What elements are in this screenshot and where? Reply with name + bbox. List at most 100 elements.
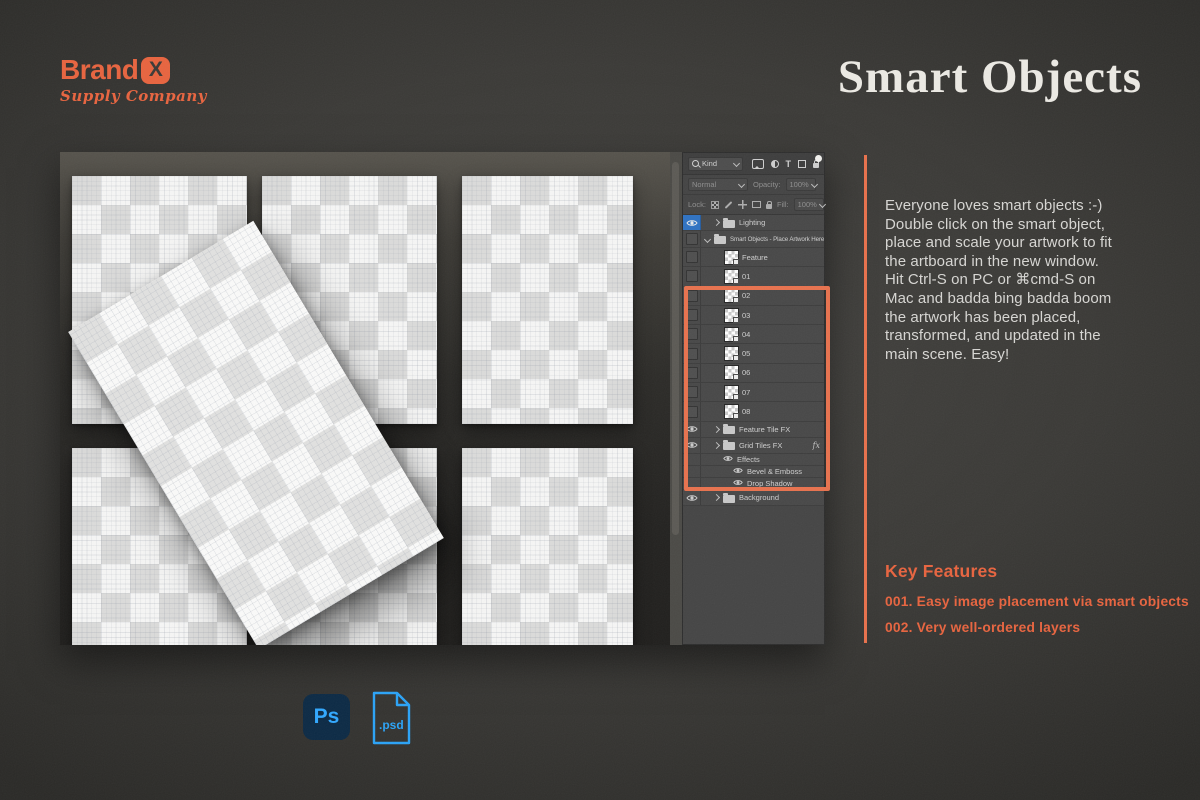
page-title: Smart Objects — [838, 50, 1142, 104]
eye-well[interactable] — [683, 306, 701, 324]
chevron-down-icon[interactable] — [704, 235, 711, 242]
layer-row-05[interactable]: 05 — [683, 344, 824, 363]
eye-icon[interactable] — [683, 438, 701, 453]
layer-label: 04 — [742, 330, 750, 339]
layer-row-feature[interactable]: Feature — [683, 248, 824, 267]
eye-well[interactable] — [683, 402, 701, 420]
opacity-label: Opacity: — [753, 180, 781, 189]
layer-row-06[interactable]: 06 — [683, 364, 824, 383]
layer-row-07[interactable]: 07 — [683, 383, 824, 402]
eye-icon[interactable] — [733, 467, 743, 476]
smart-object-thumbnail[interactable] — [725, 386, 738, 399]
layer-row-03[interactable]: 03 — [683, 306, 824, 325]
photoshop-app-label: Ps — [314, 705, 340, 729]
layer-row-01[interactable]: 01 — [683, 267, 824, 286]
layer-row-04[interactable]: 04 — [683, 325, 824, 344]
layer-row-drop-shadow[interactable]: Drop Shadow — [683, 478, 824, 490]
eye-icon[interactable] — [723, 455, 733, 464]
brand-tagline: Supply Company — [60, 87, 207, 105]
eye-well[interactable] — [683, 344, 701, 362]
smart-object-thumbnail[interactable] — [725, 251, 738, 264]
lock-position-icon[interactable] — [738, 200, 747, 209]
eye-icon[interactable] — [683, 422, 701, 437]
layer-label: 05 — [742, 349, 750, 358]
layer-row-feature-tile-fx[interactable]: Feature Tile FX — [683, 422, 824, 438]
layer-row-lighting[interactable]: Lighting — [683, 215, 824, 231]
feature-item-1: 001. Easy image placement via smart obje… — [885, 594, 1189, 609]
layer-row-effects[interactable]: Effects — [683, 454, 824, 467]
folder-open-icon — [714, 236, 726, 244]
layer-label: 01 — [742, 272, 750, 281]
lock-all-icon[interactable] — [766, 204, 772, 209]
layer-label: Lighting — [739, 218, 765, 227]
smart-object-thumbnail[interactable] — [725, 347, 738, 360]
smart-object-thumbnail[interactable] — [725, 328, 738, 341]
layers-list: Lighting Smart Objects - Place Artwork H… — [683, 215, 824, 506]
layers-filter-row: Kind — [683, 153, 824, 175]
layer-label: 08 — [742, 407, 750, 416]
psd-file-label: .psd — [379, 718, 404, 732]
layer-row-background[interactable]: Background — [683, 490, 824, 506]
layer-label: Bevel & Emboss — [747, 467, 802, 476]
opacity-dropdown[interactable]: 100% — [786, 178, 816, 191]
lock-filter-icon[interactable] — [813, 163, 819, 168]
fill-label: Fill: — [777, 200, 789, 209]
scrollbar-thumb[interactable] — [672, 162, 679, 535]
accent-divider-line — [864, 155, 867, 643]
lock-row: Lock: Fill: 100% — [683, 195, 824, 215]
adjustment-filter-icon[interactable] — [771, 160, 779, 168]
layer-label: Drop Shadow — [747, 479, 792, 488]
layer-row-bevel-emboss[interactable]: Bevel & Emboss — [683, 466, 824, 478]
folder-icon — [723, 495, 735, 503]
photo-filter-icon[interactable] — [752, 159, 764, 169]
eye-well[interactable] — [683, 248, 701, 266]
fill-value: 100% — [798, 200, 817, 209]
eye-icon[interactable] — [683, 490, 701, 505]
smart-object-thumbnail[interactable] — [725, 405, 738, 418]
type-filter-icon[interactable] — [786, 159, 792, 169]
layer-row-08[interactable]: 08 — [683, 402, 824, 421]
chevron-right-icon[interactable] — [713, 426, 720, 433]
lock-pixels-icon[interactable] — [725, 201, 733, 209]
opacity-value: 100% — [790, 180, 809, 189]
psd-file-icon: .psd — [371, 690, 412, 746]
smart-object-thumbnail[interactable] — [725, 289, 738, 302]
eye-well[interactable] — [683, 231, 701, 247]
layer-row-02[interactable]: 02 — [683, 287, 824, 306]
folder-icon — [723, 442, 735, 450]
eye-icon[interactable] — [733, 479, 743, 488]
lock-label: Lock: — [688, 200, 706, 209]
layer-label: Grid Tiles FX — [739, 441, 782, 450]
eye-well[interactable] — [683, 364, 701, 382]
eye-well[interactable] — [683, 325, 701, 343]
description-paragraph: Everyone loves smart objects :-) Double … — [885, 197, 1161, 364]
artwork-tile — [462, 448, 633, 645]
fill-dropdown[interactable]: 100% — [794, 198, 824, 211]
layer-filter-dropdown[interactable]: Kind — [688, 157, 743, 171]
lock-transparency-icon[interactable] — [711, 201, 719, 209]
chevron-right-icon[interactable] — [713, 494, 720, 501]
blend-mode-dropdown[interactable]: Normal — [688, 178, 748, 191]
brand-x-badge: X — [141, 57, 170, 84]
layer-row-smart-objects-group[interactable]: Smart Objects - Place Artwork Here — [683, 231, 824, 248]
artwork-tile — [462, 176, 633, 424]
smart-object-thumbnail[interactable] — [725, 270, 738, 283]
folder-icon — [723, 426, 735, 434]
layer-row-grid-tiles-fx[interactable]: Grid Tiles FX fx — [683, 438, 824, 454]
eye-well[interactable] — [683, 267, 701, 285]
shape-filter-icon[interactable] — [798, 160, 806, 168]
filter-kind-value: Kind — [702, 159, 717, 168]
eye-column — [683, 454, 701, 466]
eye-icon[interactable] — [683, 215, 701, 230]
feature-item-2: 002. Very well-ordered layers — [885, 620, 1080, 635]
lock-artboard-icon[interactable] — [752, 201, 761, 208]
eye-well[interactable] — [683, 383, 701, 401]
smart-object-thumbnail[interactable] — [725, 366, 738, 379]
chevron-right-icon[interactable] — [713, 442, 720, 449]
eye-column — [683, 466, 701, 477]
smart-object-thumbnail[interactable] — [725, 309, 738, 322]
eye-well[interactable] — [683, 287, 701, 305]
chevron-right-icon[interactable] — [713, 219, 720, 226]
brand-logo: Brand X Supply Company — [60, 56, 207, 105]
mockup-scene — [60, 152, 682, 645]
